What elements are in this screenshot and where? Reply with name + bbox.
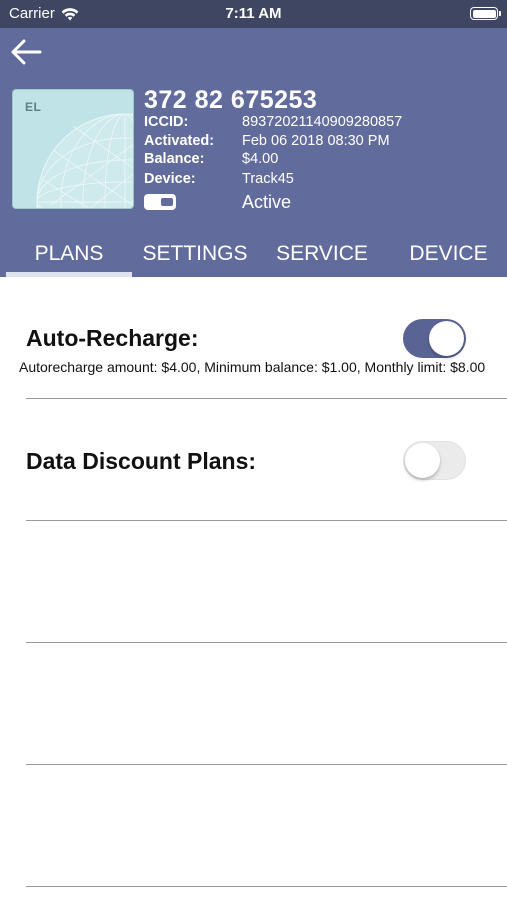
divider <box>26 886 507 887</box>
iccid-value: 89372021140909280857 <box>242 114 403 130</box>
auto-recharge-switch[interactable] <box>403 319 466 358</box>
tab-settings[interactable]: SETTINGS <box>134 236 256 277</box>
sim-header: Carrier 7:11 AM EL 372 82 675253 ICCID: … <box>0 0 507 277</box>
card-tag: EL <box>25 100 42 114</box>
data-discount-title: Data Discount Plans: <box>26 448 257 474</box>
sim-card-image: EL <box>12 89 134 209</box>
activated-label: Activated: <box>144 133 215 149</box>
status-bar: Carrier 7:11 AM <box>0 0 507 28</box>
activated-value: Feb 06 2018 08:30 PM <box>242 133 390 149</box>
divider <box>26 520 507 521</box>
divider <box>26 398 507 399</box>
back-arrow-icon[interactable] <box>10 36 44 68</box>
tab-bar: PLANS SETTINGS SERVICE DEVICE <box>0 236 507 277</box>
balance-label: Balance: <box>144 151 205 167</box>
tab-device[interactable]: DEVICE <box>390 236 507 277</box>
divider <box>26 764 507 765</box>
auto-recharge-details: Autorecharge amount: $4.00, Minimum bala… <box>19 359 486 375</box>
auto-recharge-title: Auto-Recharge: <box>26 325 199 351</box>
divider <box>26 642 507 643</box>
device-label: Device: <box>144 171 196 187</box>
balance-value: $4.00 <box>242 151 279 167</box>
iccid-label: ICCID: <box>144 114 189 130</box>
battery-icon <box>470 7 501 20</box>
tab-plans[interactable]: PLANS <box>6 236 132 277</box>
sim-status: Active <box>242 192 292 212</box>
tab-service[interactable]: SERVICE <box>262 236 382 277</box>
active-tab-indicator <box>6 272 132 277</box>
device-value: Track45 <box>242 171 294 187</box>
sim-number: 372 82 675253 <box>144 86 318 114</box>
screen: Carrier 7:11 AM EL 372 82 675253 ICCID: … <box>0 0 507 900</box>
sim-status-toggle[interactable] <box>144 194 176 210</box>
data-discount-switch[interactable] <box>403 441 466 480</box>
clock: 7:11 AM <box>225 5 282 22</box>
